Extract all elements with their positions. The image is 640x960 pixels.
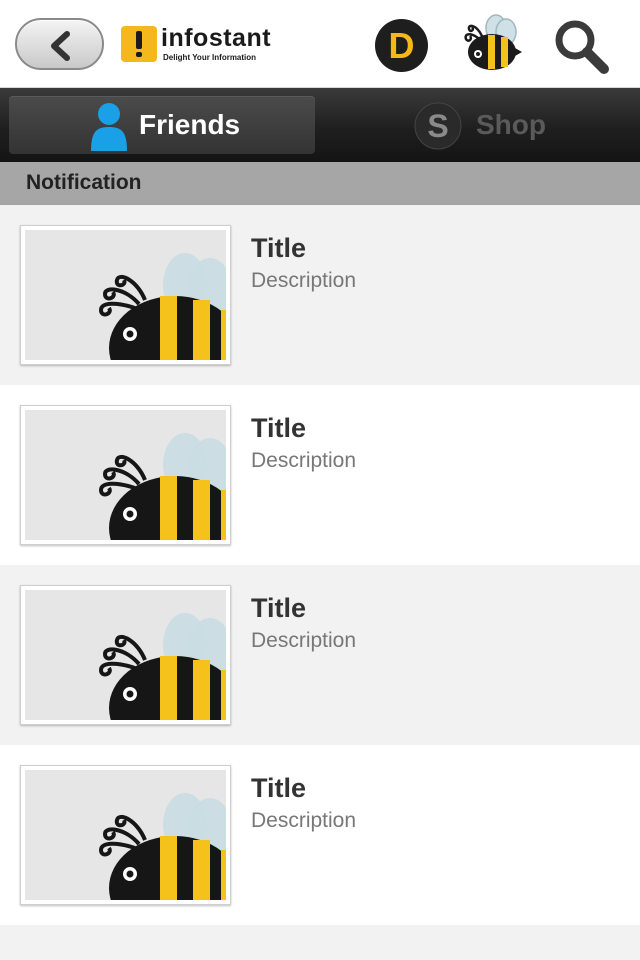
tab-shop[interactable]: S Shop: [326, 96, 632, 154]
svg-text:S: S: [427, 108, 448, 144]
item-title: Title: [251, 413, 307, 443]
thumbnail: [20, 765, 231, 905]
app-header: infostant Delight Your Information D: [0, 0, 640, 88]
exclamation-logo-icon: [121, 26, 157, 62]
bee-icon[interactable]: [458, 12, 522, 74]
bee-thumbnail-icon: [98, 433, 226, 540]
back-button[interactable]: [15, 18, 104, 70]
thumbnail: [20, 225, 231, 365]
list-item[interactable]: Title Description: [0, 565, 640, 745]
notification-list: Title Description Title Description Titl…: [0, 205, 640, 925]
thumbnail: [20, 585, 231, 725]
logo-name: infostant: [161, 24, 272, 52]
bee-thumbnail-icon: [98, 613, 226, 720]
item-title: Title: [251, 593, 307, 623]
list-item[interactable]: Title Description: [0, 205, 640, 385]
tab-bar: Friends S Shop: [0, 88, 640, 162]
chevron-left-icon: [51, 31, 70, 61]
tab-friends[interactable]: Friends: [9, 96, 315, 154]
item-description: Description: [251, 809, 357, 832]
thumbnail: [20, 405, 231, 545]
app-logo: infostant Delight Your Information: [121, 24, 281, 66]
shop-s-icon: S: [414, 102, 462, 150]
bee-thumbnail-icon: [98, 793, 226, 900]
section-title: Notification: [26, 171, 142, 194]
item-description: Description: [251, 449, 357, 472]
bee-thumbnail-icon: [98, 253, 226, 360]
list-item[interactable]: Title Description: [0, 385, 640, 565]
d-badge-button[interactable]: D: [375, 19, 428, 72]
item-title: Title: [251, 773, 307, 803]
person-icon: [91, 103, 127, 151]
list-item[interactable]: Title Description: [0, 745, 640, 925]
item-description: Description: [251, 269, 357, 292]
tab-shop-label: Shop: [476, 109, 546, 140]
tab-friends-label: Friends: [139, 109, 241, 140]
item-title: Title: [251, 233, 307, 263]
logo-tagline: Delight Your Information: [163, 53, 257, 62]
search-icon[interactable]: [552, 17, 610, 75]
section-header: Notification: [0, 162, 640, 205]
item-description: Description: [251, 629, 357, 652]
